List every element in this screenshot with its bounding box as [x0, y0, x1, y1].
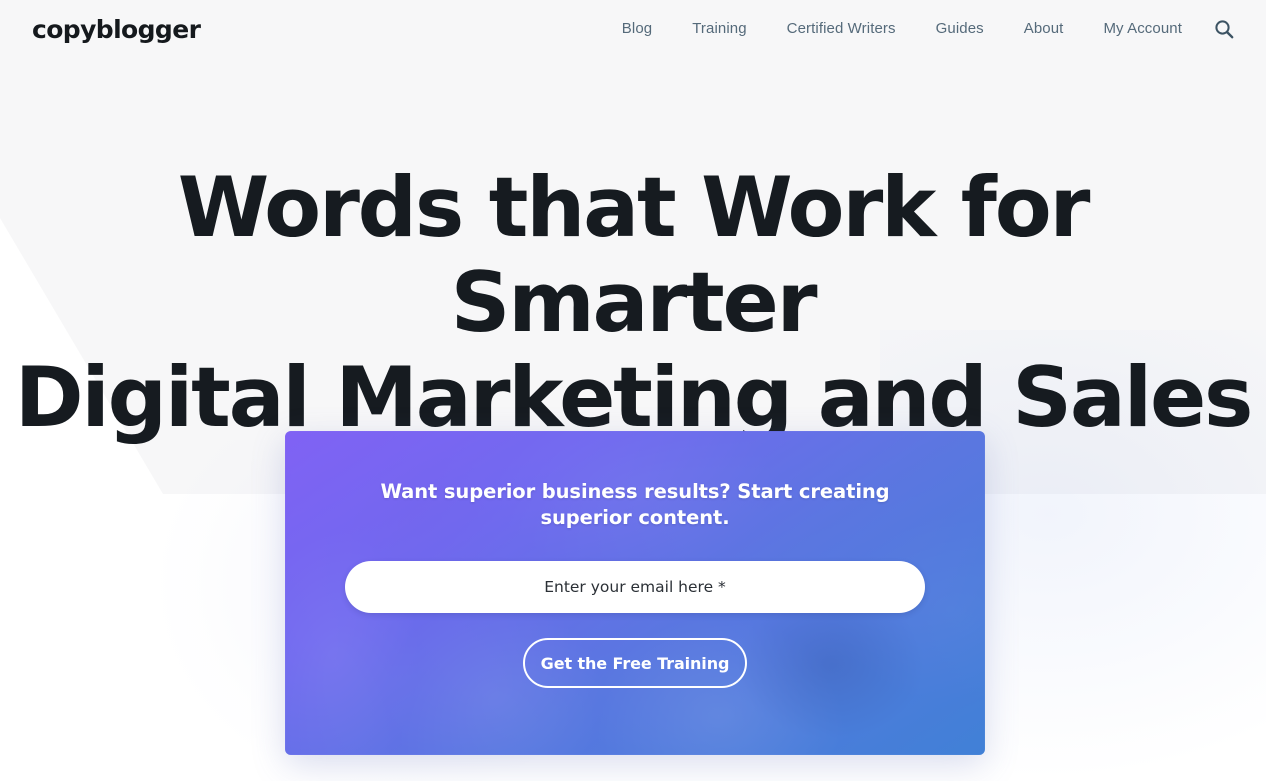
page-root: copyblogger Blog Training Certified Writ…: [0, 0, 1266, 781]
site-header: copyblogger Blog Training Certified Writ…: [0, 0, 1266, 56]
nav-item-guides[interactable]: Guides: [916, 20, 1004, 37]
search-button[interactable]: [1212, 17, 1236, 41]
page-title: Words that Work for Smarter Digital Mark…: [0, 160, 1266, 445]
get-free-training-button[interactable]: Get the Free Training: [523, 638, 747, 688]
optin-card: Want superior business results? Start cr…: [285, 431, 985, 755]
site-logo[interactable]: copyblogger: [32, 15, 201, 44]
nav-item-training[interactable]: Training: [672, 20, 766, 37]
nav-item-blog[interactable]: Blog: [602, 20, 672, 37]
nav-item-about[interactable]: About: [1004, 20, 1084, 37]
email-input[interactable]: [345, 561, 925, 613]
headline-line-1: Words that Work for Smarter: [177, 159, 1091, 351]
card-content: Want superior business results? Start cr…: [285, 431, 985, 755]
primary-navigation: Blog Training Certified Writers Guides A…: [602, 0, 1202, 56]
search-icon: [1215, 20, 1234, 39]
optin-heading: Want superior business results? Start cr…: [380, 480, 890, 529]
nav-item-certified-writers[interactable]: Certified Writers: [767, 20, 916, 37]
nav-item-my-account[interactable]: My Account: [1083, 20, 1202, 37]
